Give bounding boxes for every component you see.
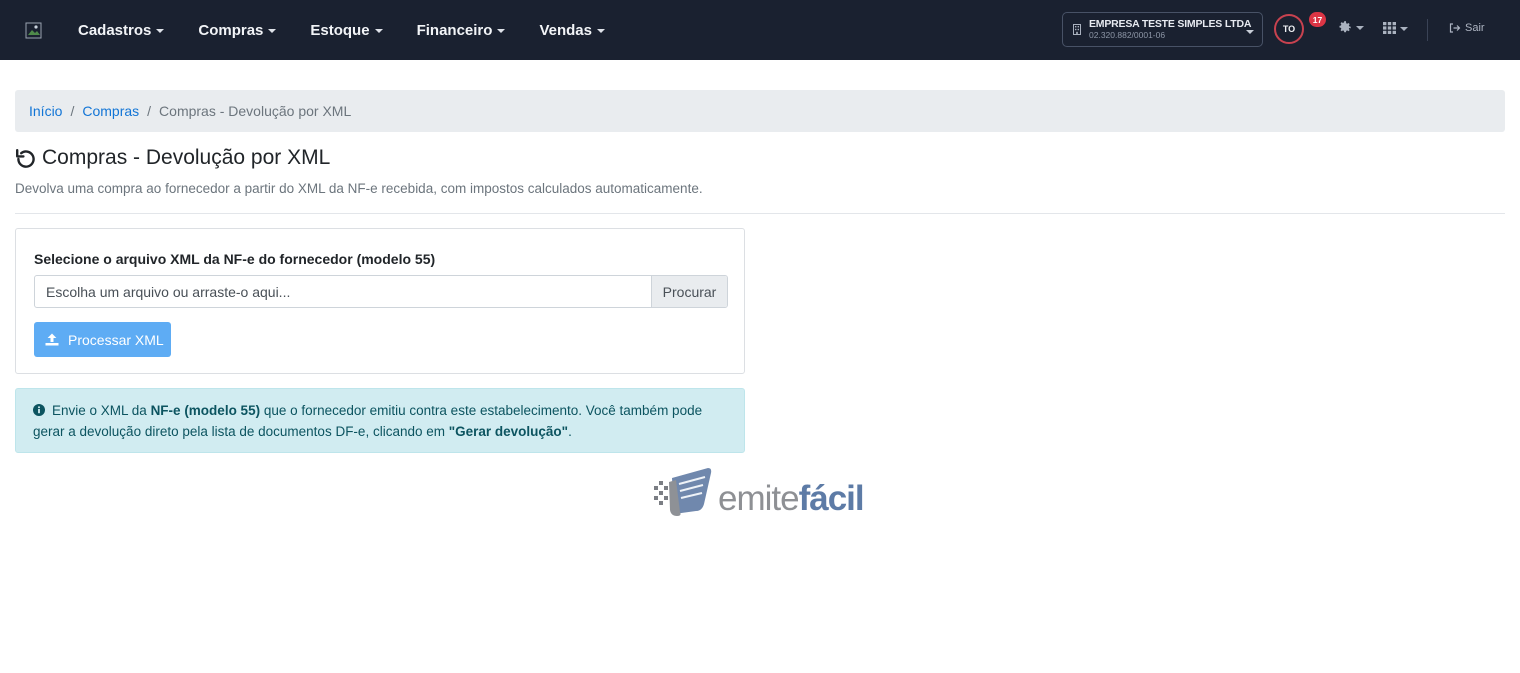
alert-text: . bbox=[568, 424, 572, 439]
caret-down-icon bbox=[374, 28, 383, 33]
xml-upload-card: Selecione o arquivo XML da NF-e do forne… bbox=[15, 228, 745, 374]
emitefacil-logo: emitefácil bbox=[652, 464, 865, 518]
file-field-label: Selecione o arquivo XML da NF-e do forne… bbox=[34, 251, 436, 267]
logout-label: Sair bbox=[1465, 22, 1485, 34]
alert-bold-model: NF-e (modelo 55) bbox=[150, 403, 261, 418]
breadcrumb-home[interactable]: Início bbox=[29, 103, 62, 119]
company-name: EMPRESA TESTE SIMPLES LTDA bbox=[1089, 17, 1252, 30]
grid-icon bbox=[1383, 22, 1396, 34]
logo-wordmark: emitefácil bbox=[718, 479, 865, 518]
menu-label: Vendas bbox=[539, 21, 592, 39]
process-xml-label: Processar XML bbox=[68, 331, 164, 348]
menu-label: Financeiro bbox=[416, 21, 493, 39]
caret-down-icon bbox=[1400, 26, 1408, 31]
menu-label: Cadastros bbox=[78, 21, 152, 39]
menu-estoque[interactable]: Estoque bbox=[310, 21, 383, 39]
user-avatar[interactable]: TO bbox=[1274, 14, 1304, 44]
process-xml-button[interactable]: Processar XML bbox=[34, 322, 171, 357]
logo-text-emite: emite bbox=[718, 479, 800, 518]
info-alert: Envie o XML da NF-e (modelo 55) que o fo… bbox=[15, 388, 745, 453]
caret-down-icon bbox=[1246, 30, 1254, 34]
undo-icon bbox=[16, 149, 35, 168]
caret-down-icon bbox=[497, 28, 506, 33]
breadcrumb: Início / Compras / Compras - Devolução p… bbox=[15, 90, 1505, 132]
settings-menu[interactable] bbox=[1339, 21, 1364, 34]
page-header: Compras - Devolução por XML bbox=[15, 146, 330, 170]
broken-image-icon[interactable] bbox=[25, 22, 42, 39]
main-menu: Cadastros Compras Estoque Financeiro Ven… bbox=[78, 0, 639, 60]
breadcrumb-compras[interactable]: Compras bbox=[82, 103, 139, 119]
alert-text: Envie o XML da bbox=[52, 403, 151, 418]
browse-button[interactable]: Procurar bbox=[651, 276, 727, 307]
logout-link[interactable]: Sair bbox=[1449, 22, 1485, 34]
page-subtitle: Devolva uma compra ao fornecedor a parti… bbox=[15, 181, 703, 196]
caret-down-icon bbox=[156, 28, 165, 33]
caret-down-icon bbox=[268, 28, 277, 33]
caret-down-icon bbox=[1356, 26, 1364, 30]
menu-financeiro[interactable]: Financeiro bbox=[417, 22, 506, 39]
menu-compras[interactable]: Compras bbox=[198, 21, 277, 39]
apps-menu[interactable] bbox=[1383, 22, 1408, 34]
menu-cadastros[interactable]: Cadastros bbox=[78, 21, 165, 39]
notification-badge[interactable]: 17 bbox=[1309, 12, 1326, 27]
caret-down-icon bbox=[596, 28, 605, 33]
company-selector[interactable]: EMPRESA TESTE SIMPLES LTDA 02.320.882/00… bbox=[1062, 12, 1263, 47]
menu-label: Compras bbox=[198, 21, 264, 39]
building-icon bbox=[1073, 24, 1081, 35]
menu-label: Estoque bbox=[310, 21, 370, 39]
gear-icon bbox=[1339, 21, 1351, 33]
company-cnpj: 02.320.882/0001-06 bbox=[1089, 29, 1166, 40]
alert-bold-action: "Gerar devolução" bbox=[448, 424, 569, 439]
sign-out-icon bbox=[1449, 23, 1461, 33]
upload-icon bbox=[45, 333, 59, 346]
breadcrumb-separator: / bbox=[70, 103, 75, 119]
breadcrumb-separator: / bbox=[147, 103, 152, 119]
xml-file-input[interactable]: Escolha um arquivo ou arraste-o aqui... … bbox=[34, 275, 728, 308]
top-navbar: Cadastros Compras Estoque Financeiro Ven… bbox=[0, 0, 1520, 60]
file-input-placeholder[interactable]: Escolha um arquivo ou arraste-o aqui... bbox=[35, 276, 651, 307]
document-logo-icon bbox=[654, 468, 712, 516]
divider bbox=[15, 213, 1505, 214]
breadcrumb-current: Compras - Devolução por XML bbox=[159, 103, 352, 119]
menu-vendas[interactable]: Vendas bbox=[539, 22, 605, 39]
logo-text-facil: fácil bbox=[798, 479, 865, 518]
page-title: Compras - Devolução por XML bbox=[42, 146, 331, 169]
info-circle-icon bbox=[33, 404, 45, 416]
navbar-divider bbox=[1427, 19, 1428, 41]
